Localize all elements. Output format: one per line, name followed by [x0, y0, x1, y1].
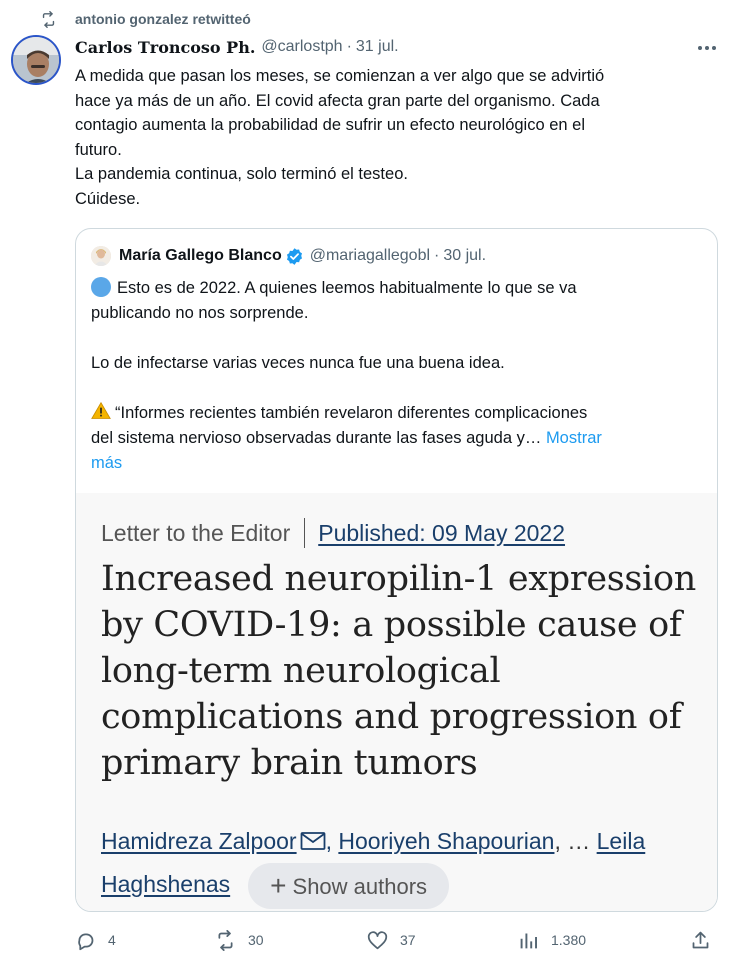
heart-icon	[367, 930, 388, 949]
quote-author-name[interactable]: María Gallego Blanco	[119, 247, 282, 265]
like-count: 37	[400, 932, 416, 948]
show-more-link-cont[interactable]: más	[91, 454, 122, 472]
retweet-text: antonio gonzalez retwitteó	[75, 11, 251, 27]
article-image[interactable]: Letter to the Editor Published: 09 May 2…	[76, 493, 717, 911]
retweet-count: 30	[248, 932, 264, 948]
published-date-link: Published: 09 May 2022	[318, 519, 566, 546]
separator: ·	[434, 247, 440, 264]
quote-line: Lo de infectarse varias veces nunca fue …	[91, 354, 505, 372]
quote-line-text: del sistema nervioso observadas durante …	[91, 429, 542, 447]
reply-button[interactable]: 4	[75, 928, 116, 952]
show-authors-label: Show authors	[292, 873, 428, 899]
article-title-line: complications and progression of	[101, 697, 682, 737]
share-icon	[692, 931, 709, 948]
author-link: Hamidreza Zalpoor	[101, 828, 297, 854]
author-handle[interactable]: @carlostph	[261, 38, 342, 56]
author-link: Hooriyeh Shapourian	[338, 828, 555, 854]
tweet-header: 𝐂𝐚𝐫𝐥𝐨𝐬 𝐓𝐫𝐨𝐧𝐜𝐨𝐬𝐨 𝐏𝐡. @carlostph · 31 jul.	[75, 36, 399, 58]
quote-text: Esto es de 2022. A quienes leemos habitu…	[91, 276, 703, 476]
tweet-line: A medida que pasan los meses, se comienz…	[75, 67, 605, 85]
retweet-indicator[interactable]: antonio gonzalez retwitteó	[40, 8, 251, 30]
author-avatar[interactable]	[11, 35, 61, 85]
quote-line: publicando no nos sorprende.	[91, 304, 309, 322]
article-category: Letter to the Editor	[101, 519, 291, 546]
quote-line-text: “Informes recientes también revelaron di…	[115, 404, 588, 422]
mail-icon	[300, 832, 325, 850]
show-more-link[interactable]: Mostrar	[546, 429, 602, 447]
quote-line: más	[91, 451, 703, 476]
share-button[interactable]	[690, 928, 723, 952]
views-count: 1.380	[551, 932, 587, 948]
author-link: Haghshenas	[101, 871, 231, 898]
retweet-icon	[218, 929, 233, 951]
author-ellipsis: , …	[554, 828, 591, 854]
quote-line: “Informes recientes también revelaron di…	[91, 401, 703, 426]
tweet-actions: 4 30 37 1.380	[75, 928, 718, 952]
tweet-line: contagio aumenta la probabilidad de sufr…	[75, 116, 586, 134]
show-authors-button: + Show authors	[248, 863, 450, 909]
reply-icon	[78, 933, 94, 950]
tweet-text: A medida que pasan los meses, se comienz…	[75, 64, 715, 211]
more-options-button[interactable]	[696, 38, 718, 58]
quote-avatar	[91, 246, 111, 266]
quote-header: María Gallego Blanco @mariagallegobl · 3…	[91, 245, 486, 267]
tweet-line: La pandemia continua, solo terminó el te…	[75, 165, 408, 183]
quote-handle[interactable]: @mariagallegobl	[310, 247, 430, 265]
blue-circle-icon	[91, 277, 111, 297]
plus-icon: +	[270, 870, 287, 901]
author-link: Leila	[596, 828, 646, 854]
tweet-line: Cúidese.	[75, 189, 141, 208]
article-meta: Letter to the Editor Published: 09 May 2…	[101, 518, 565, 548]
views-button[interactable]: 1.380	[518, 928, 586, 952]
more-icon	[698, 46, 716, 50]
article-authors: Hamidreza Zalpoor, Hooriyeh Shapourian, …	[101, 820, 701, 909]
tweet-line: futuro.	[75, 140, 122, 159]
separator: ·	[346, 38, 352, 55]
quote-date[interactable]: 30 jul.	[443, 247, 486, 265]
warning-icon	[91, 401, 111, 419]
verified-badge-icon	[286, 247, 302, 265]
retweet-icon	[42, 10, 55, 28]
quote-line-text: Esto es de 2022. A quienes leemos habitu…	[117, 279, 577, 297]
tweet-date[interactable]: 31 jul.	[356, 38, 399, 56]
retweet-button[interactable]: 30	[215, 928, 264, 952]
author-name[interactable]: 𝐂𝐚𝐫𝐥𝐨𝐬 𝐓𝐫𝐨𝐧𝐜𝐨𝐬𝐨 𝐏𝐡.	[75, 38, 255, 57]
article-title: Increased neuropilin-1 expression by COV…	[101, 556, 701, 786]
quote-line: Esto es de 2022. A quienes leemos habitu…	[91, 276, 703, 301]
article-title-line: long-term neurological	[101, 651, 501, 691]
author-comma: ,	[325, 828, 332, 854]
article-title-line: Increased neuropilin-1 expression	[101, 559, 696, 599]
divider	[304, 518, 306, 548]
reply-count: 4	[108, 932, 116, 948]
article-title-line: by COVID-19: a possible cause of	[101, 605, 682, 645]
like-button[interactable]: 37	[367, 928, 416, 952]
quoted-tweet[interactable]: María Gallego Blanco @mariagallegobl · 3…	[75, 228, 718, 912]
tweet-line: hace ya más de un año. El covid afecta g…	[75, 91, 600, 110]
article-title-line: primary brain tumors	[101, 743, 478, 783]
bar-chart-icon	[520, 933, 537, 948]
quote-line: del sistema nervioso observadas durante …	[91, 426, 703, 451]
